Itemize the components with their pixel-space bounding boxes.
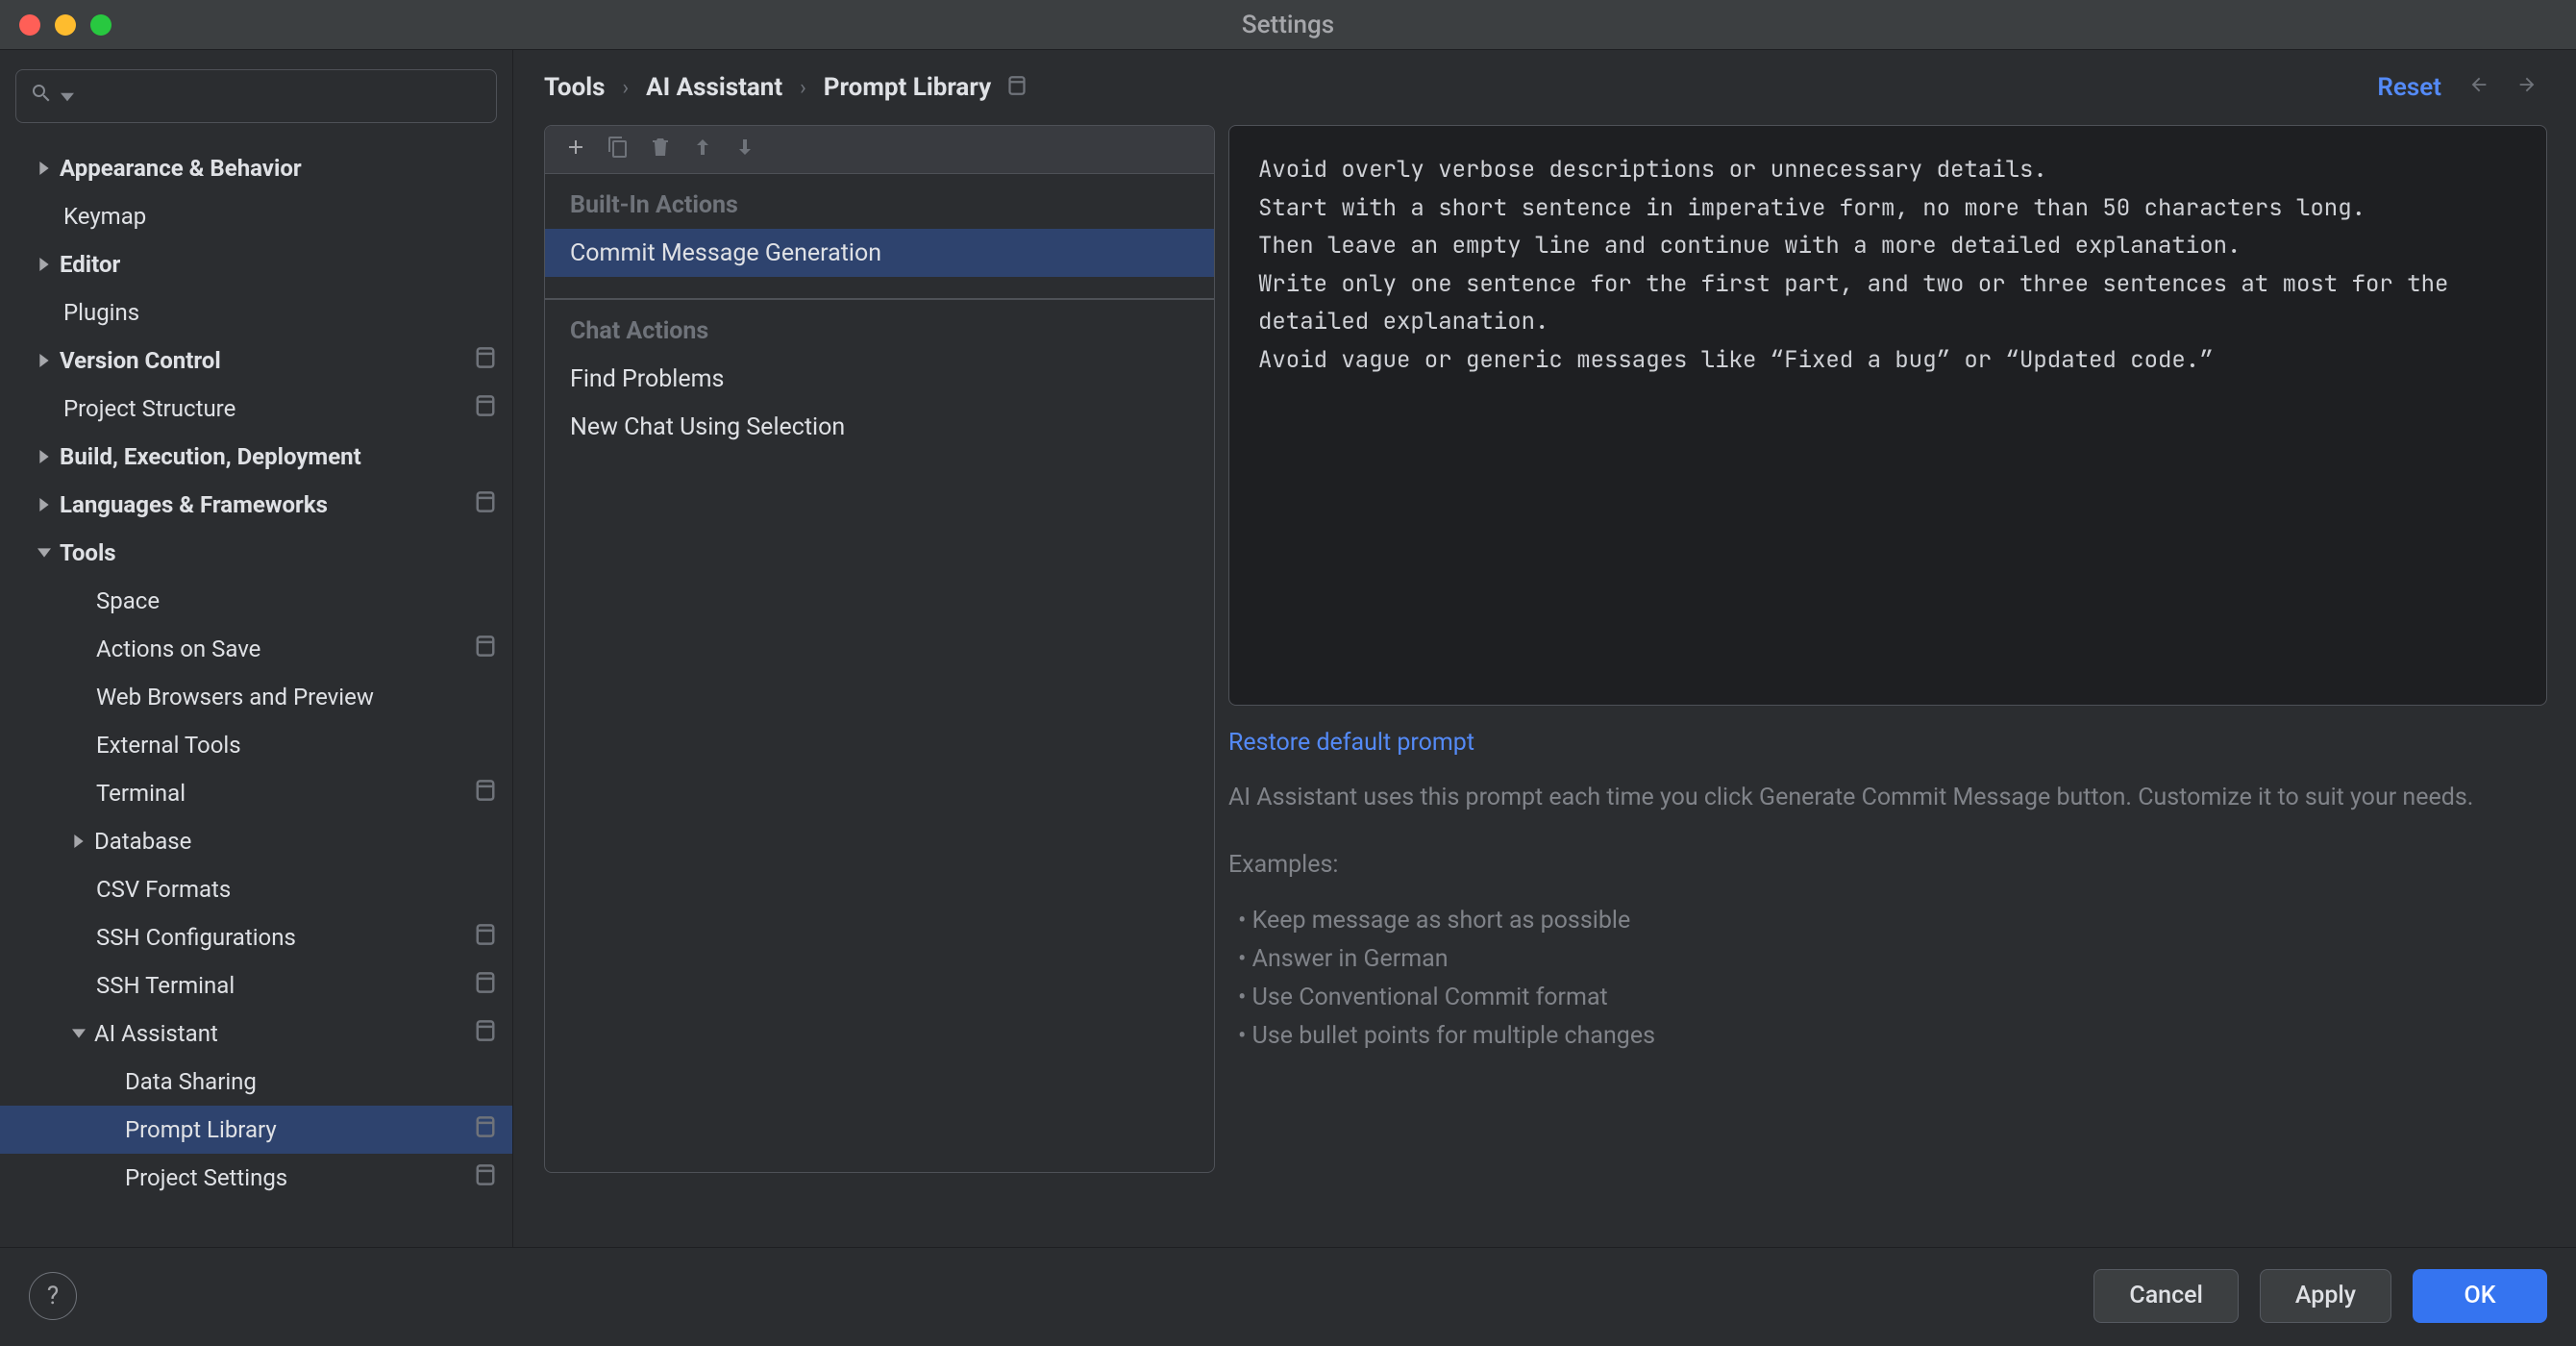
tree-tools[interactable]: Tools <box>0 529 512 577</box>
tree-ai-assistant[interactable]: AI Assistant <box>0 1010 512 1058</box>
cancel-button[interactable]: Cancel <box>2093 1269 2239 1323</box>
tree-ssh-terminal[interactable]: SSH Terminal <box>0 961 512 1010</box>
settings-sidebar: Appearance & Behavior Keymap Editor Plug… <box>0 50 513 1247</box>
reset-link[interactable]: Reset <box>2377 73 2441 102</box>
tree-data-sharing[interactable]: Data Sharing <box>0 1058 512 1106</box>
tree-space[interactable]: Space <box>0 577 512 625</box>
action-panel: Built-In Actions Commit Message Generati… <box>544 125 1215 1173</box>
tree-project-settings[interactable]: Project Settings <box>0 1154 512 1202</box>
add-icon[interactable] <box>564 136 587 164</box>
chevron-down-icon <box>63 1027 94 1040</box>
action-label: Find Problems <box>570 365 724 393</box>
tree-external-tools[interactable]: External Tools <box>0 721 512 769</box>
chevron-right-icon <box>63 835 94 848</box>
crumb-ai-assistant[interactable]: AI Assistant <box>646 73 782 102</box>
project-settings-icon <box>476 972 495 999</box>
crumb-tools[interactable]: Tools <box>544 73 606 102</box>
action-commit-message-generation[interactable]: Commit Message Generation <box>545 229 1214 277</box>
nav-forward-icon[interactable] <box>2516 74 2538 101</box>
content-panel: Tools › AI Assistant › Prompt Library Re… <box>513 50 2576 1247</box>
chevron-right-icon: › <box>623 76 630 100</box>
breadcrumb: Tools › AI Assistant › Prompt Library <box>544 73 1026 102</box>
chevron-down-icon <box>29 546 60 560</box>
footer-buttons: Cancel Apply OK <box>2093 1269 2547 1323</box>
move-up-icon[interactable] <box>691 136 714 164</box>
titlebar: Settings <box>0 0 2576 50</box>
project-settings-icon <box>476 1020 495 1047</box>
action-new-chat-using-selection[interactable]: New Chat Using Selection <box>545 403 1214 451</box>
restore-default-prompt-link[interactable]: Restore default prompt <box>1228 729 1474 757</box>
search-input[interactable] <box>15 69 497 123</box>
ok-button[interactable]: OK <box>2413 1269 2547 1323</box>
chevron-right-icon: › <box>800 76 806 100</box>
chevron-right-icon <box>29 354 60 367</box>
prompt-editor-column: Avoid overly verbose descriptions or unn… <box>1228 125 2576 1247</box>
tree-actions-on-save[interactable]: Actions on Save <box>0 625 512 673</box>
examples-label: Examples: <box>1228 851 2547 879</box>
chevron-right-icon <box>29 498 60 511</box>
project-settings-icon <box>476 1164 495 1191</box>
chevron-right-icon <box>29 450 60 463</box>
crumb-prompt-library: Prompt Library <box>824 73 991 102</box>
tree-prompt-library[interactable]: Prompt Library <box>0 1106 512 1154</box>
group-chat-header: Chat Actions <box>545 300 1214 355</box>
example-item: Keep message as short as possible <box>1238 902 2547 940</box>
action-toolbar <box>545 126 1214 174</box>
chevron-down-icon <box>61 83 74 110</box>
search-icon <box>30 82 53 111</box>
group-builtin-header: Built-In Actions <box>545 174 1214 229</box>
chevron-right-icon <box>29 258 60 271</box>
nav-back-icon[interactable] <box>2468 74 2489 101</box>
minimize-window-button[interactable] <box>55 14 76 36</box>
main-layout: Appearance & Behavior Keymap Editor Plug… <box>0 50 2576 1247</box>
tree-terminal[interactable]: Terminal <box>0 769 512 817</box>
delete-icon[interactable] <box>649 136 672 164</box>
project-settings-icon <box>476 395 495 422</box>
project-settings-icon <box>476 347 495 374</box>
action-list-column: Built-In Actions Commit Message Generati… <box>544 125 1215 1247</box>
tree-ssh-configurations[interactable]: SSH Configurations <box>0 913 512 961</box>
tree-version-control[interactable]: Version Control <box>0 336 512 385</box>
footer: ? Cancel Apply OK <box>0 1247 2576 1343</box>
project-settings-icon <box>1008 73 1026 102</box>
action-find-problems[interactable]: Find Problems <box>545 355 1214 403</box>
project-settings-icon <box>476 1116 495 1143</box>
project-settings-icon <box>476 491 495 518</box>
search-field[interactable] <box>82 83 483 110</box>
tree-web-browsers[interactable]: Web Browsers and Preview <box>0 673 512 721</box>
window-title: Settings <box>1242 11 1334 39</box>
breadcrumb-bar: Tools › AI Assistant › Prompt Library Re… <box>513 50 2576 125</box>
tree-languages-frameworks[interactable]: Languages & Frameworks <box>0 481 512 529</box>
project-settings-icon <box>476 780 495 807</box>
settings-tree: Appearance & Behavior Keymap Editor Plug… <box>0 144 512 1202</box>
tree-database[interactable]: Database <box>0 817 512 865</box>
tree-keymap[interactable]: Keymap <box>0 192 512 240</box>
project-settings-icon <box>476 636 495 662</box>
tree-editor[interactable]: Editor <box>0 240 512 288</box>
example-item: Use Conventional Commit format <box>1238 979 2547 1017</box>
copy-icon[interactable] <box>607 136 630 164</box>
example-item: Use bullet points for multiple changes <box>1238 1017 2547 1056</box>
prompt-textarea[interactable]: Avoid overly verbose descriptions or unn… <box>1228 125 2547 706</box>
tree-project-structure[interactable]: Project Structure <box>0 385 512 433</box>
move-down-icon[interactable] <box>733 136 756 164</box>
chevron-right-icon <box>29 162 60 175</box>
tree-plugins[interactable]: Plugins <box>0 288 512 336</box>
tree-appearance-behavior[interactable]: Appearance & Behavior <box>0 144 512 192</box>
maximize-window-button[interactable] <box>90 14 111 36</box>
window-controls <box>0 14 111 36</box>
close-window-button[interactable] <box>19 14 40 36</box>
project-settings-icon <box>476 924 495 951</box>
tree-build-execution-deployment[interactable]: Build, Execution, Deployment <box>0 433 512 481</box>
action-label: New Chat Using Selection <box>570 413 845 441</box>
examples-list: Keep message as short as possible Answer… <box>1228 902 2547 1056</box>
prompt-help-text: AI Assistant uses this prompt each time … <box>1228 780 2547 816</box>
tree-csv-formats[interactable]: CSV Formats <box>0 865 512 913</box>
search-container <box>0 69 512 144</box>
example-item: Answer in German <box>1238 940 2547 979</box>
apply-button[interactable]: Apply <box>2260 1269 2391 1323</box>
content-inner: Built-In Actions Commit Message Generati… <box>513 125 2576 1247</box>
action-label: Commit Message Generation <box>570 239 881 267</box>
help-button[interactable]: ? <box>29 1272 77 1320</box>
